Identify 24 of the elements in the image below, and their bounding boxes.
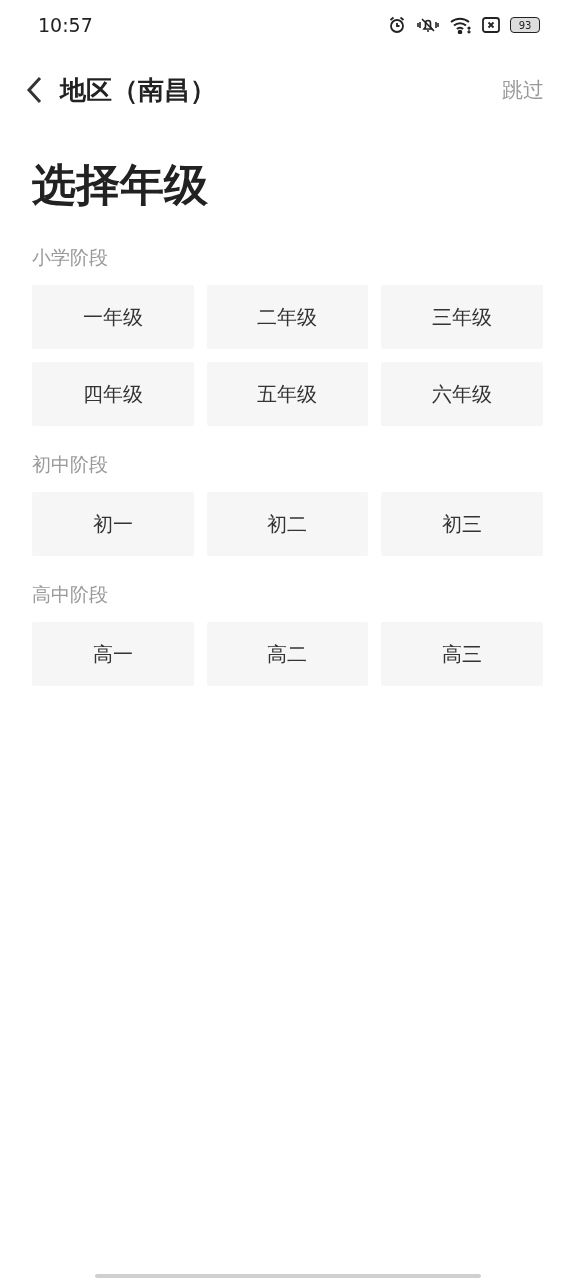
grade-option[interactable]: 初三 bbox=[381, 492, 543, 556]
status-time: 10:57 bbox=[38, 14, 93, 36]
battery-level: 93 bbox=[510, 17, 540, 33]
muted-bell-icon bbox=[416, 16, 440, 34]
grade-option[interactable]: 初二 bbox=[206, 492, 369, 556]
section-title: 初中阶段 bbox=[32, 452, 109, 477]
grade-option[interactable]: 高二 bbox=[206, 622, 369, 686]
grade-option[interactable]: 高一 bbox=[32, 622, 194, 686]
alarm-clock-icon bbox=[388, 16, 406, 34]
no-sim-icon bbox=[482, 17, 500, 33]
grade-option[interactable]: 初一 bbox=[32, 492, 194, 556]
grade-option[interactable]: 三年级 bbox=[381, 285, 543, 349]
grade-option[interactable]: 一年级 bbox=[32, 285, 194, 349]
grade-option[interactable]: 高三 bbox=[381, 622, 543, 686]
nav-title: 地区（南昌） bbox=[60, 73, 217, 107]
grade-option[interactable]: 四年级 bbox=[32, 362, 194, 426]
section-title: 小学阶段 bbox=[32, 245, 109, 270]
page-heading: 选择年级 bbox=[32, 158, 209, 212]
grade-option[interactable]: 六年级 bbox=[381, 362, 543, 426]
section-title: 高中阶段 bbox=[32, 582, 109, 607]
grade-option[interactable]: 二年级 bbox=[206, 285, 369, 349]
wifi-icon bbox=[450, 16, 472, 34]
grade-option[interactable]: 五年级 bbox=[206, 362, 369, 426]
back-button[interactable] bbox=[24, 75, 44, 105]
